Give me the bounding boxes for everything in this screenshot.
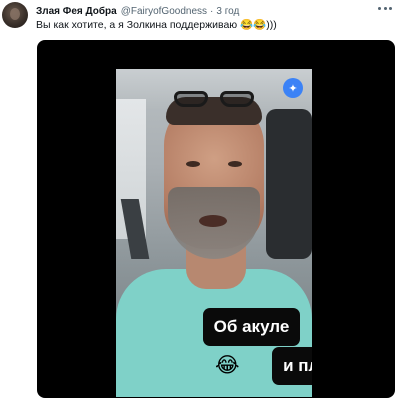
more-dot	[378, 6, 381, 10]
person-eye	[186, 161, 200, 167]
tweet-time[interactable]: 3 год	[216, 6, 239, 17]
more-dot	[389, 6, 392, 10]
video-frame[interactable]: ✦ Об акуле 😂 😂 и пловце	[116, 69, 312, 397]
more-horizontal-icon[interactable]	[378, 3, 392, 13]
tweet-text: Вы как хотите, а я Золкина поддерживаю 😂…	[36, 19, 277, 31]
car-seat	[266, 109, 312, 259]
sunglasses	[174, 91, 254, 107]
video-caption-1: Об акуле	[203, 308, 300, 346]
laughing-emoji-icon: 😂	[215, 353, 240, 377]
separator-dot: ·	[210, 5, 214, 17]
more-dot	[383, 6, 387, 10]
sparkle-icon[interactable]: ✦	[283, 78, 303, 98]
video-caption-2: и пловце	[272, 347, 312, 385]
person-eye	[228, 161, 242, 167]
author-handle[interactable]: @FairyofGoodness	[121, 6, 207, 17]
media-container[interactable]: ✦ Об акуле 😂 😂 и пловце	[37, 40, 395, 398]
tweet-header: Злая Фея Добра @FairyofGoodness · 3 год	[36, 4, 392, 18]
author-avatar[interactable]	[2, 2, 28, 28]
person-mouth	[199, 215, 227, 227]
author-name[interactable]: Злая Фея Добра	[36, 6, 117, 17]
